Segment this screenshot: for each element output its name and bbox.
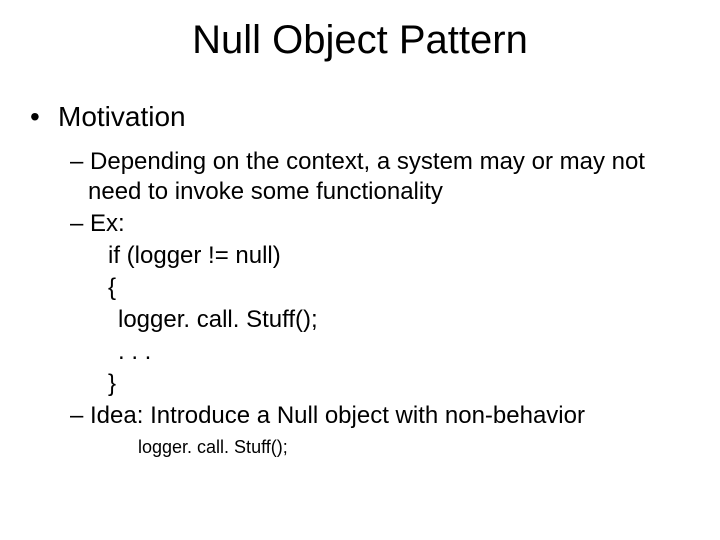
code-line-if: if (logger != null) xyxy=(30,241,690,271)
code-line-call: logger. call. Stuff(); xyxy=(30,305,690,335)
subbullet-ex-text: Ex: xyxy=(90,210,125,237)
slide-title: Null Object Pattern xyxy=(0,0,720,71)
code-line-ellipsis: . . . xyxy=(30,337,690,367)
dash-icon: – xyxy=(70,148,90,175)
footer-code-line: logger. call. Stuff(); xyxy=(30,433,690,458)
code-line-open-brace: { xyxy=(30,273,690,303)
slide: Null Object Pattern •Motivation – Depend… xyxy=(0,0,720,540)
dash-icon: – xyxy=(70,210,90,237)
bullet-motivation: •Motivation xyxy=(30,101,690,133)
code-line-close-brace: } xyxy=(30,369,690,399)
subbullet-context: – Depending on the context, a system may… xyxy=(30,147,690,207)
subbullet-context-text: Depending on the context, a system may o… xyxy=(88,148,645,205)
dash-icon: – xyxy=(70,402,90,429)
subbullet-ex: – Ex: xyxy=(30,209,690,239)
bullet-dot-icon: • xyxy=(30,101,58,133)
subbullet-idea: – Idea: Introduce a Null object with non… xyxy=(30,401,690,431)
bullet-motivation-text: Motivation xyxy=(58,101,186,132)
subbullet-idea-text: Idea: Introduce a Null object with non-b… xyxy=(90,402,585,429)
slide-body: •Motivation – Depending on the context, … xyxy=(0,71,720,458)
